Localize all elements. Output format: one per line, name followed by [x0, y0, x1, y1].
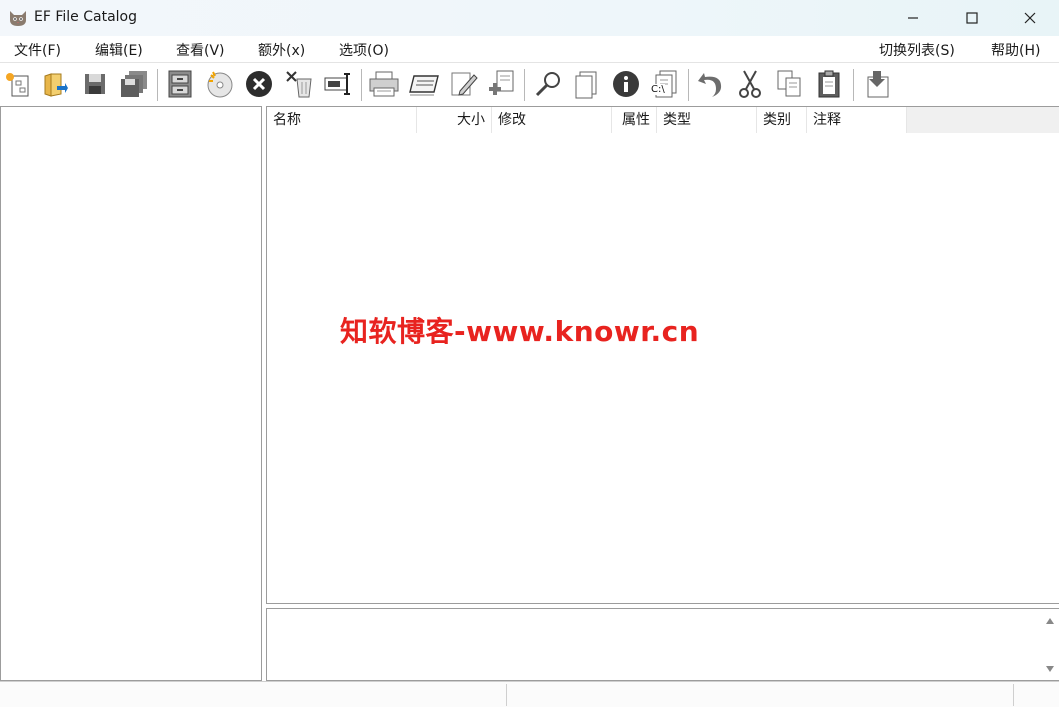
- toolbar-separator: [361, 69, 362, 101]
- menu-file[interactable]: 文件(F): [14, 40, 61, 60]
- window-title: EF File Catalog: [34, 9, 137, 25]
- cut-delete-icon[interactable]: [282, 67, 316, 101]
- search-icon[interactable]: [531, 67, 565, 101]
- drive-properties-icon[interactable]: C:\: [648, 67, 682, 101]
- toolbar-separator: [688, 69, 689, 101]
- column-header-size[interactable]: 大小: [417, 107, 492, 133]
- toolbar-separator: [524, 69, 525, 101]
- import-icon[interactable]: [860, 67, 894, 101]
- column-header-type[interactable]: 类型: [657, 107, 757, 133]
- toolbar: C:\: [0, 62, 1059, 104]
- menu-options[interactable]: 选项(O): [339, 40, 389, 60]
- menu-view[interactable]: 查看(V): [176, 40, 225, 60]
- maximize-button[interactable]: [943, 0, 1001, 36]
- add-document-icon[interactable]: [485, 67, 519, 101]
- title-bar: EF File Catalog: [0, 0, 1059, 36]
- scan-disc-icon[interactable]: [203, 67, 237, 101]
- edit-pencil-icon[interactable]: [446, 67, 480, 101]
- save-all-icon[interactable]: [117, 67, 151, 101]
- toolbar-separator: [853, 69, 854, 101]
- close-button[interactable]: [1001, 0, 1059, 36]
- menu-switch-list[interactable]: 切换列表(S): [879, 40, 955, 60]
- status-divider: [506, 684, 507, 706]
- copy-page-icon[interactable]: [570, 67, 604, 101]
- toolbar-separator: [157, 69, 158, 101]
- menu-extra[interactable]: 额外(x): [258, 40, 305, 60]
- print-icon[interactable]: [367, 67, 401, 101]
- undo-icon[interactable]: [694, 67, 728, 101]
- save-icon[interactable]: [78, 67, 112, 101]
- status-bar: [0, 681, 1059, 707]
- description-pane[interactable]: [266, 608, 1059, 681]
- column-header-comment[interactable]: 注释: [807, 107, 907, 133]
- delete-icon[interactable]: [242, 67, 276, 101]
- list-header: 名称 大小 修改 属性 类型 类别 注释: [267, 107, 1059, 133]
- watermark-text: 知软博客-www.knowr.cn: [340, 315, 700, 348]
- cut-icon[interactable]: [733, 67, 767, 101]
- minimize-button[interactable]: [884, 0, 942, 36]
- menu-help[interactable]: 帮助(H): [991, 40, 1040, 60]
- menu-bar: 文件(F) 编辑(E) 查看(V) 额外(x) 选项(O) 切换列表(S) 帮助…: [0, 36, 1059, 62]
- copy-icon[interactable]: [772, 67, 806, 101]
- file-list-pane[interactable]: 名称 大小 修改 属性 类型 类别 注释: [266, 106, 1059, 604]
- new-catalog-icon[interactable]: [1, 67, 35, 101]
- column-header-modified[interactable]: 修改: [492, 107, 612, 133]
- drive-label: C:\: [651, 84, 665, 95]
- info-icon[interactable]: [609, 67, 643, 101]
- rename-field-icon[interactable]: [321, 67, 355, 101]
- cat-app-icon: [8, 8, 28, 28]
- scroll-up-arrow-icon[interactable]: [1043, 614, 1057, 628]
- print-preview-icon[interactable]: [407, 67, 441, 101]
- column-header-attributes[interactable]: 属性: [612, 107, 657, 133]
- file-cabinet-icon[interactable]: [163, 67, 197, 101]
- open-folder-icon[interactable]: [38, 67, 72, 101]
- status-divider: [1013, 684, 1014, 706]
- scroll-down-arrow-icon[interactable]: [1043, 662, 1057, 676]
- catalog-tree-pane[interactable]: [0, 106, 262, 681]
- menu-edit[interactable]: 编辑(E): [95, 40, 143, 60]
- column-header-name[interactable]: 名称: [267, 107, 417, 133]
- paste-icon[interactable]: [812, 67, 846, 101]
- column-header-category[interactable]: 类别: [757, 107, 807, 133]
